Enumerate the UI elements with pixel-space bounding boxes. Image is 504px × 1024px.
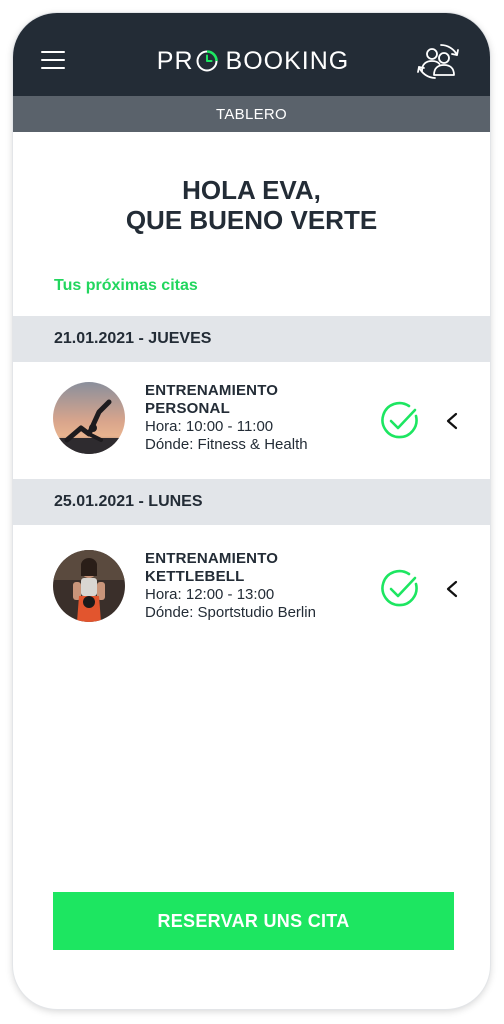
date-header: 21.01.2021 - JUEVES	[13, 316, 490, 362]
check-circle-icon[interactable]	[379, 400, 421, 442]
appointment-item[interactable]: ENTRENAMIENTO PERSONAL Hora: 10:00 - 11:…	[13, 362, 490, 478]
appointment-time: Hora: 10:00 - 11:00	[145, 418, 274, 435]
section-title-bar: TABLERO	[13, 96, 490, 132]
appointment-location: Dónde: Fitness & Health	[145, 436, 308, 453]
appointment-details: ENTRENAMIENTO KETTLEBELL Hora: 12:00 - 1…	[145, 550, 316, 622]
greeting-heading: HOLA EVA, QUE BUENO VERTE	[13, 175, 490, 235]
greeting-line-1: HOLA EVA,	[182, 175, 321, 205]
date-header: 25.01.2021 - LUNES	[13, 479, 490, 525]
appointment-details: ENTRENAMIENTO PERSONAL Hora: 10:00 - 11:…	[145, 382, 308, 454]
book-appointment-button[interactable]: RESERVAR UNS CITA	[53, 892, 454, 950]
app-screen: PR BOOKING TABLERO HOLA EVA, QUE BUENO V…	[13, 13, 490, 1009]
upcoming-appointments-label: Tus próximas citas	[54, 277, 198, 294]
appointment-title-line-1: ENTRENAMIENTO	[145, 550, 279, 567]
appointment-title-line-2: PERSONAL	[145, 400, 230, 417]
chevron-left-icon[interactable]	[445, 580, 459, 598]
brand-logo: PR BOOKING	[153, 44, 353, 78]
hamburger-menu-icon[interactable]	[41, 51, 65, 71]
top-bar: PR BOOKING	[13, 13, 490, 96]
date-label: 21.01.2021 - JUEVES	[54, 330, 212, 347]
appointment-photo	[53, 550, 125, 622]
brand-booking: BOOKING	[225, 46, 350, 75]
appointment-title-line-1: ENTRENAMIENTO	[145, 382, 279, 399]
appointment-time: Hora: 12:00 - 13:00	[145, 586, 275, 603]
brand-pro-text: PR	[156, 46, 194, 75]
chevron-left-icon[interactable]	[445, 412, 459, 430]
appointment-location: Dónde: Sportstudio Berlin	[145, 604, 316, 621]
appointment-photo	[53, 382, 125, 454]
appointment-item[interactable]: ENTRENAMIENTO KETTLEBELL Hora: 12:00 - 1…	[13, 530, 490, 646]
users-switch-icon[interactable]	[415, 41, 461, 81]
brand-pro: PR	[157, 47, 219, 76]
date-label: 25.01.2021 - LUNES	[54, 493, 203, 510]
appointment-title-line-2: KETTLEBELL	[145, 568, 245, 585]
logo-ring-icon	[196, 50, 218, 72]
check-circle-icon[interactable]	[379, 568, 421, 610]
dashboard-title: TABLERO	[215, 105, 287, 123]
greeting-line-2: QUE BUENO VERTE	[125, 205, 378, 235]
